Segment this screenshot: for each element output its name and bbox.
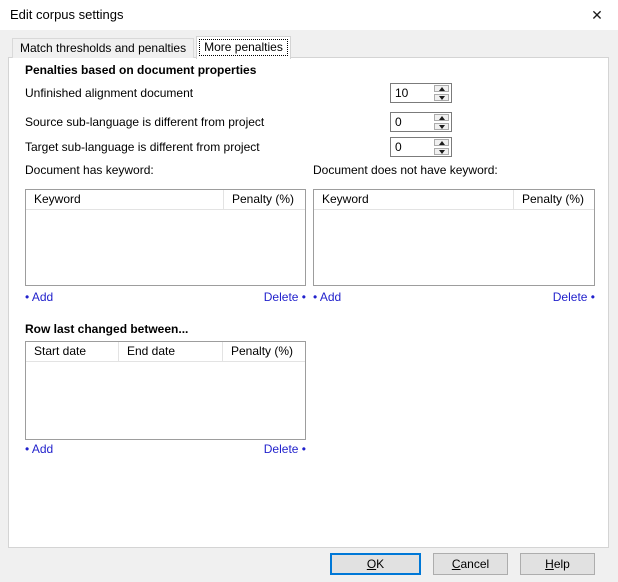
- label-document-not-have-keyword: Document does not have keyword:: [313, 162, 498, 178]
- spinner-unfinished-alignment: [390, 83, 452, 103]
- section-heading-document-properties: Penalties based on document properties: [25, 62, 256, 78]
- spinner-target-sublanguage: [390, 137, 452, 157]
- title-bar: Edit corpus settings ✕: [0, 0, 618, 30]
- label-source-sublanguage: Source sub-language is different from pr…: [25, 114, 264, 130]
- column-header-penalty[interactable]: Penalty (%): [223, 342, 305, 361]
- not-have-keyword-link-row: • Add Delete •: [313, 290, 595, 304]
- label-unfinished-alignment: Unfinished alignment document: [25, 85, 193, 101]
- label-document-has-keyword: Document has keyword:: [25, 162, 154, 178]
- document-not-have-keyword-table: Keyword Penalty (%): [313, 189, 595, 286]
- bullet-icon: •: [25, 290, 29, 304]
- help-button[interactable]: Help: [520, 553, 595, 575]
- document-not-have-keyword-list-body[interactable]: [314, 210, 594, 285]
- bullet-icon: •: [302, 290, 306, 304]
- spin-up-icon[interactable]: [434, 85, 449, 92]
- close-icon[interactable]: ✕: [580, 0, 614, 30]
- edit-corpus-settings-dialog: Edit corpus settings ✕ Match thresholds …: [0, 0, 618, 582]
- column-header-keyword[interactable]: Keyword: [314, 190, 514, 209]
- spinner-source-sublanguage-input[interactable]: [391, 113, 433, 131]
- bullet-icon: •: [25, 442, 29, 456]
- tab-more-penalties[interactable]: More penalties: [196, 36, 291, 59]
- spinner-unfinished-alignment-input[interactable]: [391, 84, 433, 102]
- bullet-icon: •: [591, 290, 595, 304]
- column-header-penalty[interactable]: Penalty (%): [224, 190, 305, 209]
- add-link[interactable]: • Add: [25, 290, 53, 304]
- ok-button[interactable]: OK: [330, 553, 421, 575]
- spin-up-icon[interactable]: [434, 114, 449, 121]
- column-header-penalty[interactable]: Penalty (%): [514, 190, 594, 209]
- document-has-keyword-list-body[interactable]: [26, 210, 305, 285]
- delete-link[interactable]: Delete •: [264, 290, 306, 304]
- spin-down-icon[interactable]: [434, 148, 449, 155]
- table-header: Keyword Penalty (%): [314, 190, 594, 210]
- bullet-icon: •: [302, 442, 306, 456]
- row-last-changed-list-body[interactable]: [26, 362, 305, 439]
- spinner-source-sublanguage: [390, 112, 452, 132]
- dialog-title: Edit corpus settings: [10, 0, 123, 30]
- column-header-keyword[interactable]: Keyword: [26, 190, 224, 209]
- delete-link[interactable]: Delete •: [553, 290, 595, 304]
- label-target-sublanguage: Target sub-language is different from pr…: [25, 139, 260, 155]
- add-link[interactable]: • Add: [25, 442, 53, 456]
- cancel-button[interactable]: Cancel: [433, 553, 508, 575]
- document-has-keyword-table: Keyword Penalty (%): [25, 189, 306, 286]
- column-header-end-date[interactable]: End date: [119, 342, 223, 361]
- tab-match-thresholds[interactable]: Match thresholds and penalties: [12, 38, 194, 58]
- section-heading-row-last-changed: Row last changed between...: [25, 321, 188, 337]
- has-keyword-link-row: • Add Delete •: [25, 290, 306, 304]
- column-header-start-date[interactable]: Start date: [26, 342, 119, 361]
- spin-down-icon[interactable]: [434, 123, 449, 130]
- table-header: Keyword Penalty (%): [26, 190, 305, 210]
- delete-link[interactable]: Delete •: [264, 442, 306, 456]
- spin-up-icon[interactable]: [434, 139, 449, 146]
- tab-strip: Match thresholds and penalties More pena…: [12, 36, 293, 58]
- bullet-icon: •: [313, 290, 317, 304]
- add-link[interactable]: • Add: [313, 290, 341, 304]
- row-last-changed-link-row: • Add Delete •: [25, 442, 306, 456]
- row-last-changed-table: Start date End date Penalty (%): [25, 341, 306, 440]
- spinner-target-sublanguage-input[interactable]: [391, 138, 433, 156]
- table-header: Start date End date Penalty (%): [26, 342, 305, 362]
- spin-down-icon[interactable]: [434, 94, 449, 101]
